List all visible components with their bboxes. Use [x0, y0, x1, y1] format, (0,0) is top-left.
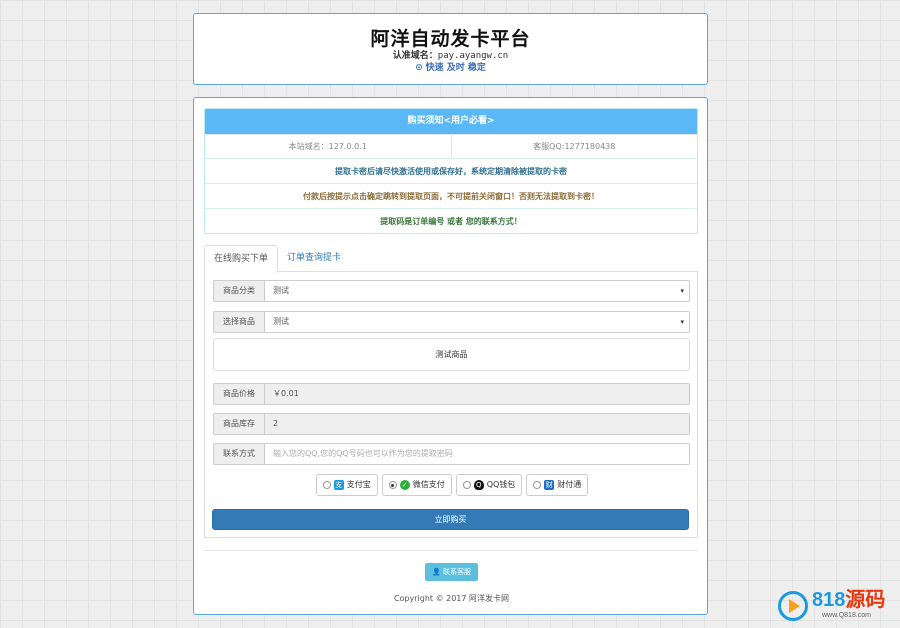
wechat-icon: ✓: [399, 480, 410, 490]
notice-info-row: 本站域名：127.0.0.1 客服QQ:1277180438: [205, 134, 697, 158]
site-domain: 认准域名：pay.ayangw.cn: [194, 50, 707, 62]
slogan-text: 快速 及时 稳定: [425, 63, 486, 73]
tab-order-query[interactable]: 订单查询提卡: [278, 245, 350, 272]
contact-service-button[interactable]: 👤 联系客服: [425, 563, 478, 581]
pay-option-wechat[interactable]: ✓ 微信支付: [381, 474, 452, 496]
tab-bar: 在线购买下单 订单查询提卡: [204, 245, 698, 273]
user-icon: 👤: [432, 568, 441, 576]
watermark-accent: 源码: [845, 589, 886, 611]
price-field: ￥0.01: [265, 383, 690, 405]
service-qq-info: 客服QQ:1277180438: [450, 135, 698, 158]
domain-value: pay.ayangw.cn: [437, 51, 509, 61]
order-form: 商品分类 测试 ▾ 选择商品 测试 ▾ 测试商品 商品价格 ￥0.01 商品库存…: [204, 272, 698, 538]
purchase-notice: 购买须知<用户必看> 本站域名：127.0.0.1 客服QQ:127718043…: [204, 108, 698, 234]
qq-icon: Q: [473, 480, 484, 490]
pay-label: 支付宝: [346, 480, 371, 489]
contact-input[interactable]: 输入您的QQ,您的QQ号码也可以作为您的提取密码: [265, 443, 690, 465]
category-label: 商品分类: [213, 280, 265, 302]
chevron-down-icon: ▾: [680, 287, 684, 295]
radio-icon[interactable]: [462, 481, 471, 489]
slogan-icon: ⊙: [415, 63, 423, 73]
product-select[interactable]: 测试 ▾: [265, 311, 690, 333]
stock-label: 商品库存: [213, 413, 265, 435]
price-group: 商品价格 ￥0.01: [213, 383, 690, 405]
pay-label: 财付通: [557, 480, 582, 489]
watermark-logo: 818源码 www.Q818.com: [778, 588, 893, 624]
pay-label: QQ钱包: [486, 480, 516, 489]
tab-online-buy[interactable]: 在线购买下单: [204, 245, 279, 273]
tenpay-icon: 财: [544, 480, 555, 490]
notice-line-1: 提取卡密后请尽快激活使用或保存好，系统定期清除被提取的卡密: [205, 158, 697, 183]
category-value: 测试: [273, 286, 289, 295]
site-domain-info: 本站域名：127.0.0.1: [288, 142, 367, 151]
main-panel: 购买须知<用户必看> 本站域名：127.0.0.1 客服QQ:127718043…: [193, 97, 708, 615]
category-select[interactable]: 测试 ▾: [265, 280, 690, 302]
product-group: 选择商品 测试 ▾: [213, 311, 690, 333]
copyright: Copyright © 2017 阿洋发卡网: [393, 594, 510, 603]
product-description: 测试商品: [213, 338, 690, 371]
product-value: 测试: [273, 317, 289, 326]
stock-field: 2: [265, 413, 690, 435]
buy-now-button[interactable]: 立即购买: [212, 509, 689, 530]
divider: [204, 550, 698, 551]
watermark-sub: www.Q818.com: [822, 612, 872, 619]
stock-group: 商品库存 2: [213, 413, 690, 435]
watermark-text: 818源码: [812, 589, 885, 611]
play-icon: [778, 591, 808, 621]
header-panel: 阿洋自动发卡平台 认准域名：pay.ayangw.cn ⊙ 快速 及时 稳定: [193, 13, 708, 85]
notice-line-3: 提取码是订单编号 或者 您的联系方式！: [205, 208, 697, 233]
payment-options: 支 支付宝 ✓ 微信支付 Q QQ钱包 财 财付通: [205, 474, 699, 496]
notice-title: 购买须知<用户必看>: [205, 109, 697, 134]
chevron-down-icon: ▾: [680, 318, 684, 326]
product-label: 选择商品: [213, 311, 265, 333]
pay-option-tenpay[interactable]: 财 财付通: [526, 474, 589, 496]
alipay-icon: 支: [333, 480, 344, 490]
radio-checked-icon[interactable]: [388, 481, 397, 489]
contact-service-label: 联系客服: [442, 568, 471, 576]
radio-icon[interactable]: [533, 481, 542, 489]
radio-icon[interactable]: [322, 481, 331, 489]
site-title: 阿洋自动发卡平台: [370, 28, 531, 50]
contact-label: 联系方式: [213, 443, 265, 465]
pay-label: 微信支付: [412, 480, 445, 489]
contact-group: 联系方式 输入您的QQ,您的QQ号码也可以作为您的提取密码: [213, 443, 690, 465]
pay-option-qq[interactable]: Q QQ钱包: [455, 474, 523, 496]
notice-line-2: 付款后按提示点击确定跳转到提取页面，不可提前关闭窗口！否则无法提取到卡密！: [205, 183, 697, 208]
price-label: 商品价格: [213, 383, 265, 405]
domain-label: 认准域名：: [392, 51, 438, 61]
category-group: 商品分类 测试 ▾: [213, 280, 690, 302]
pay-option-alipay[interactable]: 支 支付宝: [315, 474, 378, 496]
watermark-main: 818: [812, 589, 846, 611]
site-slogan: ⊙ 快速 及时 稳定: [194, 62, 707, 75]
